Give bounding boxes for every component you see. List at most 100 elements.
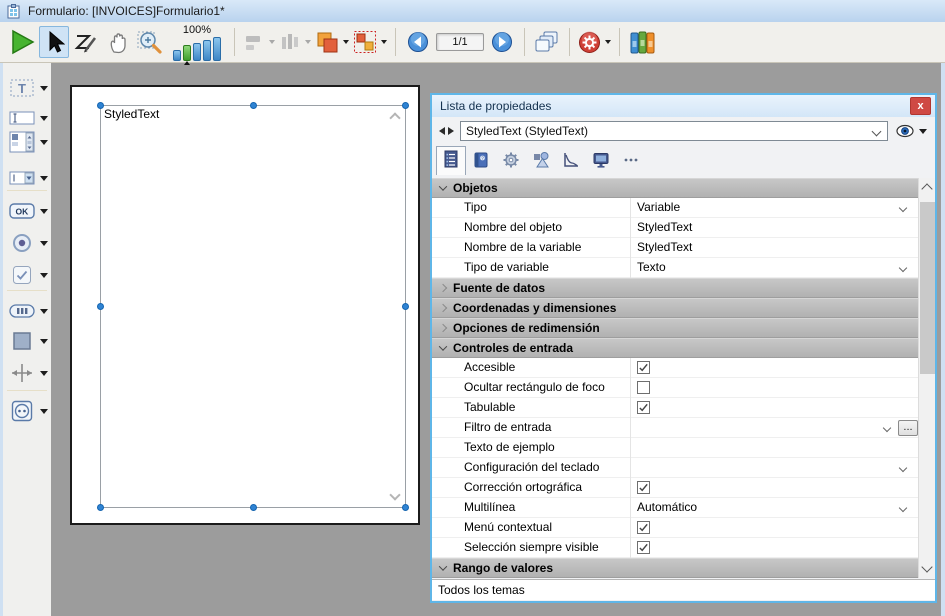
section-header-coordenadas-y-dimensiones[interactable]: Coordenadas y dimensiones (432, 298, 920, 318)
dropdown-arrow-icon (605, 40, 611, 44)
object-nav-arrows[interactable] (439, 127, 454, 135)
dropdown-arrow-icon (40, 116, 48, 121)
next-page-button[interactable] (487, 26, 517, 58)
scrollbar-thumb[interactable] (920, 202, 935, 374)
form-canvas-window[interactable]: StyledText (70, 85, 420, 525)
page-indicator[interactable]: 1/1 (436, 33, 484, 51)
next-object-icon[interactable] (448, 127, 454, 135)
section-header-opciones-de-redimensi-n[interactable]: Opciones de redimensión (432, 318, 920, 338)
tab-events[interactable] (556, 149, 586, 175)
panel-status-bar[interactable]: Todos los temas (432, 579, 935, 600)
scroll-up-icon (389, 112, 400, 123)
chevron-down-icon (439, 562, 447, 570)
insert-button[interactable] (577, 26, 612, 58)
dropdown-arrow-icon (381, 40, 387, 44)
close-button[interactable]: x (910, 97, 931, 115)
pan-tool-button[interactable] (103, 26, 133, 58)
selection-handle[interactable] (97, 303, 104, 310)
checkbox[interactable] (637, 521, 650, 534)
property-label: Corrección ortográfica (464, 478, 624, 498)
dropdown-arrow-icon (40, 309, 48, 314)
tab-control-tool[interactable] (8, 298, 50, 324)
property-value[interactable]: Variable (630, 198, 920, 218)
property-value[interactable]: Texto (630, 258, 920, 278)
rectangle-tool[interactable] (8, 328, 50, 354)
visibility-menu-button[interactable] (896, 124, 927, 138)
property-value[interactable] (630, 438, 920, 458)
property-label: Ocultar rectángulo de foco (464, 378, 624, 398)
property-value[interactable] (630, 458, 920, 478)
checkbox-tool[interactable] (8, 262, 50, 288)
tab-more[interactable] (616, 149, 646, 175)
property-list: ObjetosTipoVariableNombre del objetoStyl… (432, 178, 920, 578)
object-selector-row: StyledText (StyledText) (432, 117, 935, 145)
checkbox[interactable] (637, 481, 650, 494)
tab-list-icon (442, 150, 460, 173)
library-button[interactable] (627, 26, 657, 58)
tab-objects[interactable] (526, 149, 556, 175)
property-value[interactable]: Automático (630, 498, 920, 518)
zoom-tool-button[interactable] (135, 26, 165, 58)
input-tool[interactable] (8, 105, 50, 131)
section-header-objetos[interactable]: Objetos (432, 178, 920, 198)
checkbox[interactable] (637, 381, 650, 394)
tab-settings[interactable] (496, 149, 526, 175)
property-value[interactable]: StyledText (630, 238, 920, 258)
selection-handle[interactable] (97, 102, 104, 109)
chevron-right-icon (439, 324, 447, 332)
scrollbar-down-icon[interactable] (921, 561, 932, 572)
tab-display[interactable] (586, 149, 616, 175)
selection-handle[interactable] (402, 303, 409, 310)
checkbox[interactable] (637, 361, 650, 374)
property-value[interactable] (630, 418, 920, 438)
hand-icon (107, 31, 130, 54)
section-label: Coordenadas y dimensiones (453, 301, 616, 315)
button-tool[interactable]: OK (8, 198, 50, 224)
checkbox[interactable] (637, 401, 650, 414)
radio-tool[interactable] (8, 230, 50, 256)
tab-property-list[interactable] (436, 146, 466, 175)
listbox-tool[interactable] (8, 129, 50, 155)
group-button[interactable] (352, 26, 388, 58)
selection-handle[interactable] (250, 504, 257, 511)
styled-text-object[interactable]: StyledText (100, 105, 406, 508)
section-header-rango-de-valores[interactable]: Rango de valores (432, 558, 920, 578)
checkbox[interactable] (637, 541, 650, 554)
panel-titlebar[interactable]: Lista de propiedades x (432, 95, 935, 117)
property-value[interactable]: StyledText (630, 218, 920, 238)
property-row-ocultar-rect-ngulo-de-foco: Ocultar rectángulo de foco (432, 378, 920, 398)
selection-handle[interactable] (250, 102, 257, 109)
previous-object-icon[interactable] (439, 127, 445, 135)
text-tool[interactable]: T (8, 75, 50, 101)
zoom-level-control[interactable]: 100% (172, 22, 222, 62)
section-label: Opciones de redimensión (453, 321, 600, 335)
rectangle-icon (8, 329, 36, 353)
section-header-controles-de-entrada[interactable]: Controles de entrada (432, 338, 920, 358)
previous-page-button[interactable] (403, 26, 433, 58)
dropdown-arrow-icon (40, 86, 48, 91)
selection-handle[interactable] (402, 504, 409, 511)
scrollbar-up-icon[interactable] (921, 183, 932, 194)
object-selector-combobox[interactable]: StyledText (StyledText) (460, 121, 888, 141)
property-row-filtro-de-entrada: Filtro de entrada... (432, 418, 920, 438)
execute-form-button[interactable] (7, 26, 37, 58)
display-options-button[interactable] (532, 26, 562, 58)
ellipsis-button[interactable]: ... (898, 420, 918, 436)
tab-data[interactable]: ? (466, 149, 496, 175)
entry-order-tool-button[interactable] (71, 26, 101, 58)
selection-handle[interactable] (97, 504, 104, 511)
combobox-tool[interactable] (8, 165, 50, 191)
splitter-tool[interactable] (8, 360, 50, 386)
eye-icon (896, 124, 916, 138)
section-header-fuente-de-datos[interactable]: Fuente de datos (432, 278, 920, 298)
play-icon (8, 29, 36, 55)
segmented-icon (8, 299, 36, 323)
level-button[interactable] (314, 26, 350, 58)
tab-shapes-icon (532, 151, 550, 174)
property-row-multil-nea: MultilíneaAutomático (432, 498, 920, 518)
panel-scrollbar[interactable] (918, 178, 935, 578)
plugin-tool[interactable] (8, 398, 50, 424)
selection-handle[interactable] (402, 102, 409, 109)
select-tool-button[interactable] (39, 26, 69, 58)
checkbox-icon (8, 263, 36, 287)
